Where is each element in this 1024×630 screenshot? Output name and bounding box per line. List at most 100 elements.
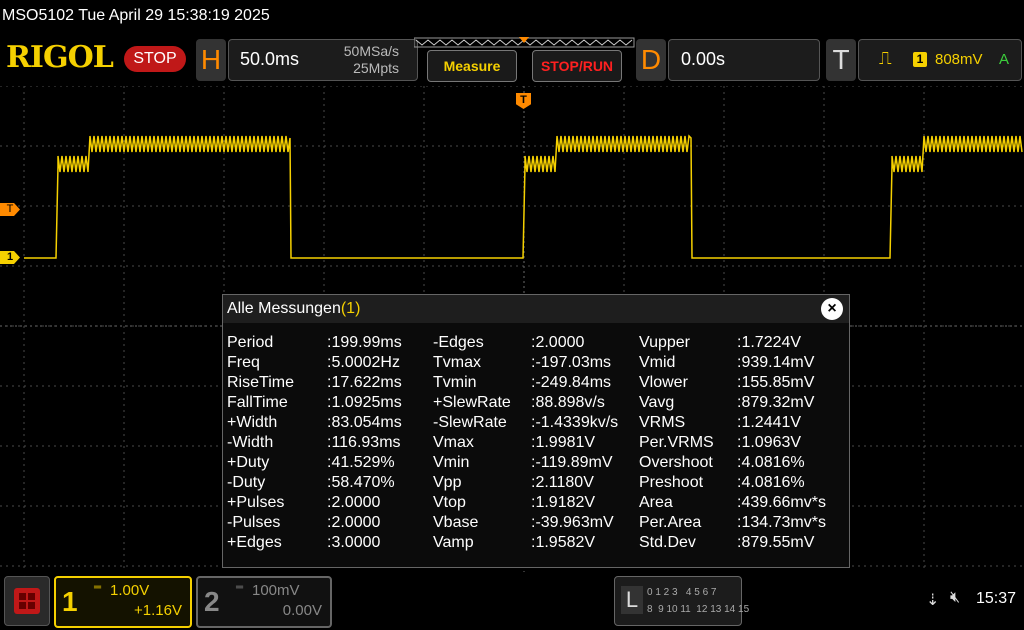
- measurement-value: :-197.03ms: [531, 354, 612, 371]
- measurement-row: -Pulses:2.0000: [227, 513, 427, 533]
- measurement-row: Vavg:879.32mV: [639, 393, 845, 413]
- usb-icon: ⇣: [926, 592, 940, 609]
- trigger-panel[interactable]: ⎍ 1 808mV A: [858, 39, 1022, 81]
- bottom-status-bar: 1 ═ 1.00V +1.16V 2 ═ 100mV 0.00V L 0 1 2…: [0, 572, 1024, 630]
- measurement-row: Vupper :1.7224V: [639, 333, 845, 353]
- stop-run-button[interactable]: STOP/RUN: [532, 50, 622, 82]
- ch2-settings-panel[interactable]: 2 ═ 100mV 0.00V: [196, 576, 332, 628]
- delay-panel[interactable]: 0.00s: [668, 39, 820, 81]
- ch1-settings-panel[interactable]: 1 ═ 1.00V +1.16V: [54, 576, 192, 628]
- dc-coupling-icon: ═: [94, 582, 102, 593]
- dialog-count: (1): [340, 300, 361, 317]
- measurement-name: +Edges: [227, 534, 282, 551]
- measurement-name: Area: [639, 494, 673, 511]
- measurement-value: :879.32mV: [737, 394, 815, 411]
- measurement-name: -Pulses: [227, 514, 281, 531]
- sample-rate: 50MSa/s: [343, 43, 399, 59]
- measurement-value: :5.0002Hz: [327, 354, 400, 371]
- measurement-value: :1.0925ms: [327, 394, 402, 411]
- grid-icon: [14, 588, 40, 614]
- measurement-value: :199.99ms: [327, 334, 402, 351]
- measurement-value: :879.55mV: [737, 534, 815, 551]
- digital-letter: L: [621, 586, 643, 614]
- measurement-row: +SlewRate:88.898v/s: [433, 393, 633, 413]
- measurement-row: Std.Dev:879.55mV: [639, 533, 845, 553]
- trigger-menu-button[interactable]: T: [826, 39, 856, 81]
- measurement-name: FallTime: [227, 394, 288, 411]
- measurement-value: :3.0000: [327, 534, 381, 551]
- measurement-row: Vlower:155.85mV: [639, 373, 845, 393]
- measurement-name: Period: [227, 334, 274, 351]
- measurement-value: :-119.89mV: [531, 454, 613, 471]
- ch1-scale: 1.00V: [110, 582, 150, 599]
- measurement-name: Vupper: [639, 334, 690, 351]
- rising-edge-icon: ⎍: [879, 48, 892, 68]
- measurement-name: +Width: [227, 414, 278, 431]
- ch1-waveform-trace: [24, 134, 1023, 259]
- app-menu-button[interactable]: [4, 576, 50, 626]
- measurement-value: :1.0963V: [737, 434, 802, 451]
- timebase-value: 50.0ms: [240, 49, 300, 69]
- measurement-row: Per.Area:134.73mv*s: [639, 513, 845, 533]
- measurement-value: :134.73mv*s: [737, 514, 826, 531]
- measurement-name: Vmid: [639, 354, 676, 371]
- speaker-muted-icon[interactable]: 🔇︎: [950, 589, 960, 607]
- measurement-value: :4.0816%: [737, 454, 805, 471]
- trigger-position-marker: [519, 37, 529, 43]
- timebase-panel[interactable]: 50.0ms 50MSa/s 25Mpts: [228, 39, 418, 81]
- measurement-name: Per.VRMS: [639, 434, 714, 451]
- dc-coupling-icon: ═: [236, 582, 244, 593]
- ch1-offset: +1.16V: [134, 602, 182, 619]
- measurement-name: Preshoot: [639, 474, 704, 491]
- measurement-value: :1.2441V: [737, 414, 802, 431]
- ch2-number: 2: [204, 586, 220, 617]
- measurement-row: Vtop:1.9182V: [433, 493, 633, 513]
- close-icon[interactable]: ×: [821, 298, 843, 320]
- measurement-name: Vlower: [639, 374, 688, 391]
- measurement-name: Tvmax: [433, 354, 481, 371]
- measurement-row: Tvmin:-249.84ms: [433, 373, 633, 393]
- measurement-name: -Width: [227, 434, 274, 451]
- ch1-number: 1: [62, 586, 78, 617]
- measurement-value: :1.9981V: [531, 434, 596, 451]
- measurement-column-1: Period :199.99ms Freq :5.0002Hz RiseTime:17.…: [227, 333, 427, 553]
- measurement-row: Area :439.66mv*s: [639, 493, 845, 513]
- measurement-row: +Width :83.054ms: [227, 413, 427, 433]
- run-state-badge[interactable]: STOP: [124, 46, 186, 72]
- measurement-name: +Duty: [227, 454, 270, 471]
- delay-value: 0.00s: [681, 49, 726, 69]
- measurement-row: +Edges :3.0000: [227, 533, 427, 553]
- measurement-row: Period :199.99ms: [227, 333, 427, 353]
- measurement-row: Vmid:939.14mV: [639, 353, 845, 373]
- clock-time: 15:37: [976, 590, 1017, 607]
- measurement-row: Overshoot:4.0816%: [639, 453, 845, 473]
- measurement-row: Preshoot:4.0816%: [639, 473, 845, 493]
- measurement-value: :-39.963mV: [531, 514, 614, 531]
- measurement-name: Vamp: [433, 534, 474, 551]
- measurement-value: :2.0000: [531, 334, 585, 351]
- memory-position-strip[interactable]: [414, 36, 636, 50]
- measurement-value: :41.529%: [327, 454, 395, 471]
- measurement-name: Freq: [227, 354, 260, 371]
- ch2-offset: 0.00V: [282, 602, 322, 619]
- measurement-value: :1.7224V: [737, 334, 802, 351]
- measurement-name: Vpp: [433, 474, 462, 491]
- digital-channels-row1: 0 1 2 3 4 5 6 7: [647, 587, 717, 598]
- trigger-mode: A: [999, 51, 1010, 68]
- measurement-value: :116.93ms: [327, 434, 401, 451]
- measurement-name: +Pulses: [227, 494, 285, 511]
- horizontal-menu-button[interactable]: H: [196, 39, 226, 81]
- measurement-row: RiseTime:17.622ms: [227, 373, 427, 393]
- measurement-value: :439.66mv*s: [737, 494, 826, 511]
- measurement-value: :83.054ms: [327, 414, 402, 431]
- rigol-logo: RIGOL: [6, 40, 114, 75]
- delay-menu-button[interactable]: D: [636, 39, 666, 81]
- measurement-row: -Edges:2.0000: [433, 333, 633, 353]
- measurement-row: Vmin:-119.89mV: [433, 453, 633, 473]
- measurement-row: +Pulses:2.0000: [227, 493, 427, 513]
- measurement-column-2: -Edges:2.0000 Tvmax :-197.03ms Tvmin:-249.8…: [433, 333, 633, 553]
- measure-button[interactable]: Measure: [427, 50, 517, 82]
- measurement-row: -Width :116.93ms: [227, 433, 427, 453]
- digital-channels-panel[interactable]: L 0 1 2 3 4 5 6 7 8 9 10 11 12 13 14 15: [614, 576, 749, 626]
- top-control-bar: RIGOL STOP H 50.0ms 50MSa/s 25Mpts Measu…: [0, 36, 1024, 84]
